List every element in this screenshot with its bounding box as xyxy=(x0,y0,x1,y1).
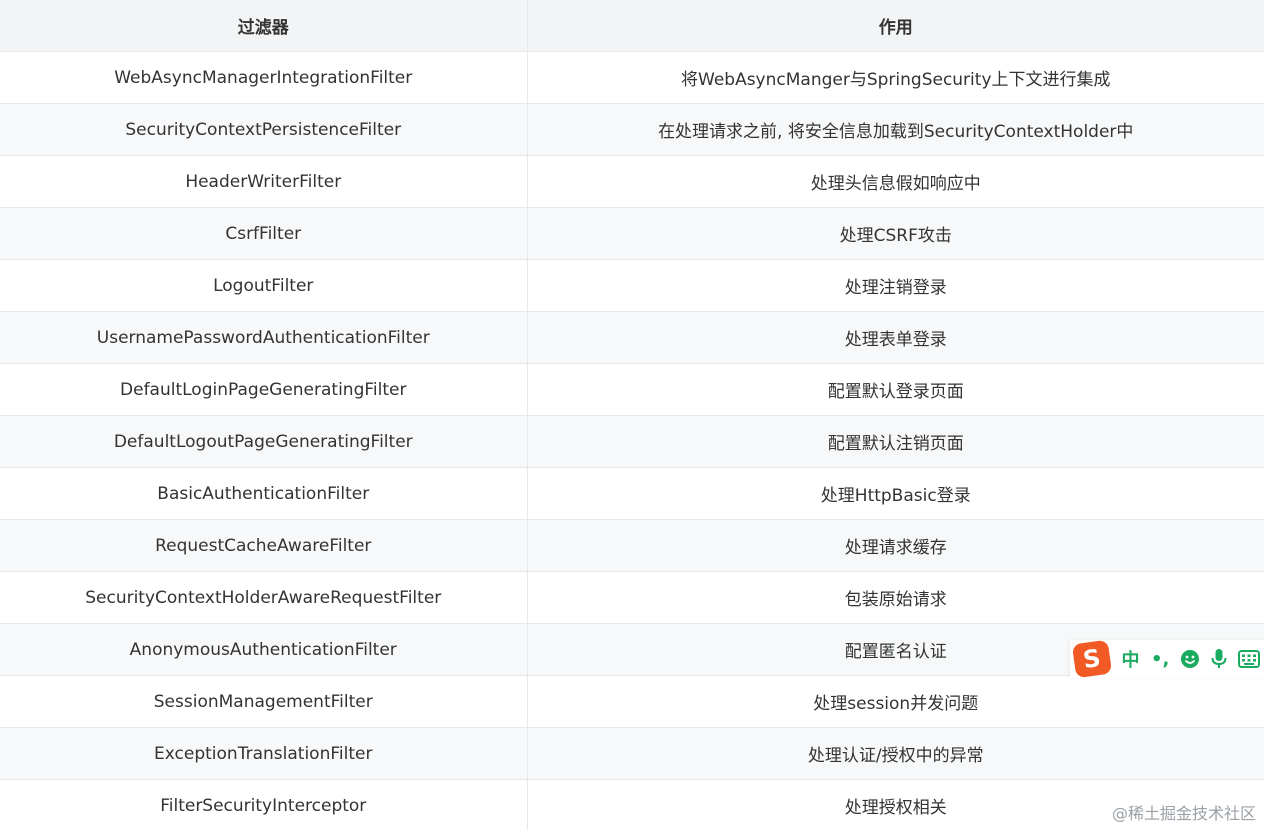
table-row: LogoutFilter 处理注销登录 xyxy=(0,259,1264,312)
filter-name: LogoutFilter xyxy=(0,259,528,312)
filter-purpose: 配置默认注销页面 xyxy=(527,415,1264,468)
filter-name: AnonymousAuthenticationFilter xyxy=(0,623,528,676)
table-row: DefaultLogoutPageGeneratingFilter 配置默认注销… xyxy=(0,415,1264,468)
table-row: ExceptionTranslationFilter 处理认证/授权中的异常 xyxy=(0,727,1264,780)
filter-purpose: 包装原始请求 xyxy=(527,571,1264,624)
ime-toolbar[interactable]: S 中 •, xyxy=(1070,639,1264,679)
filter-name: HeaderWriterFilter xyxy=(0,155,528,208)
filter-name: BasicAuthenticationFilter xyxy=(0,467,528,520)
table-row: UsernamePasswordAuthenticationFilter 处理表… xyxy=(0,311,1264,364)
filter-name: RequestCacheAwareFilter xyxy=(0,519,528,572)
filter-name: SecurityContextHolderAwareRequestFilter xyxy=(0,571,528,624)
table-row: SecurityContextPersistenceFilter 在处理请求之前… xyxy=(0,103,1264,156)
microphone-icon[interactable] xyxy=(1205,644,1235,674)
header-filter: 过滤器 xyxy=(0,0,528,52)
filter-name: SessionManagementFilter xyxy=(0,675,528,728)
filter-name: UsernamePasswordAuthenticationFilter xyxy=(0,311,528,364)
filter-name: DefaultLogoutPageGeneratingFilter xyxy=(0,415,528,468)
filter-name: WebAsyncManagerIntegrationFilter xyxy=(0,51,528,104)
filter-purpose: 配置默认登录页面 xyxy=(527,363,1264,416)
ime-punctuation-toggle[interactable]: •, xyxy=(1145,644,1175,674)
filter-purpose: 处理请求缓存 xyxy=(527,519,1264,572)
filter-purpose: 处理认证/授权中的异常 xyxy=(527,727,1264,780)
filter-purpose: 处理注销登录 xyxy=(527,259,1264,312)
filter-purpose: 处理头信息假如响应中 xyxy=(527,155,1264,208)
filter-name: DefaultLoginPageGeneratingFilter xyxy=(0,363,528,416)
table-row: FilterSecurityInterceptor 处理授权相关 xyxy=(0,779,1264,830)
filter-name: CsrfFilter xyxy=(0,207,528,260)
filter-purpose: 处理CSRF攻击 xyxy=(527,207,1264,260)
page: 过滤器 作用 WebAsyncManagerIntegrationFilter … xyxy=(0,0,1264,830)
filter-purpose: 处理session并发问题 xyxy=(527,675,1264,728)
table-header-row: 过滤器 作用 xyxy=(0,0,1264,52)
filter-table: 过滤器 作用 WebAsyncManagerIntegrationFilter … xyxy=(0,0,1264,830)
table-row: WebAsyncManagerIntegrationFilter 将WebAsy… xyxy=(0,51,1264,104)
ime-mode-toggle[interactable]: 中 xyxy=(1116,644,1146,674)
table-row: BasicAuthenticationFilter 处理HttpBasic登录 xyxy=(0,467,1264,520)
emoji-icon[interactable] xyxy=(1175,644,1205,674)
sogou-logo-icon[interactable]: S xyxy=(1071,639,1112,679)
table-row: HeaderWriterFilter 处理头信息假如响应中 xyxy=(0,155,1264,208)
filter-name: SecurityContextPersistenceFilter xyxy=(0,103,528,156)
filter-purpose: 将WebAsyncManger与SpringSecurity上下文进行集成 xyxy=(527,51,1264,104)
table-row: SessionManagementFilter 处理session并发问题 xyxy=(0,675,1264,728)
filter-name: ExceptionTranslationFilter xyxy=(0,727,528,780)
filter-purpose: 在处理请求之前, 将安全信息加载到SecurityContextHolder中 xyxy=(527,103,1264,156)
filter-purpose: 处理HttpBasic登录 xyxy=(527,467,1264,520)
filter-name: FilterSecurityInterceptor xyxy=(0,779,528,830)
watermark: @稀土掘金技术社区 xyxy=(1111,804,1256,823)
header-purpose: 作用 xyxy=(527,0,1264,52)
table-row: RequestCacheAwareFilter 处理请求缓存 xyxy=(0,519,1264,572)
filter-purpose: 处理表单登录 xyxy=(527,311,1264,364)
table-row: SecurityContextHolderAwareRequestFilter … xyxy=(0,571,1264,624)
keyboard-icon[interactable] xyxy=(1234,644,1264,674)
table-row: CsrfFilter 处理CSRF攻击 xyxy=(0,207,1264,260)
table-row: DefaultLoginPageGeneratingFilter 配置默认登录页… xyxy=(0,363,1264,416)
